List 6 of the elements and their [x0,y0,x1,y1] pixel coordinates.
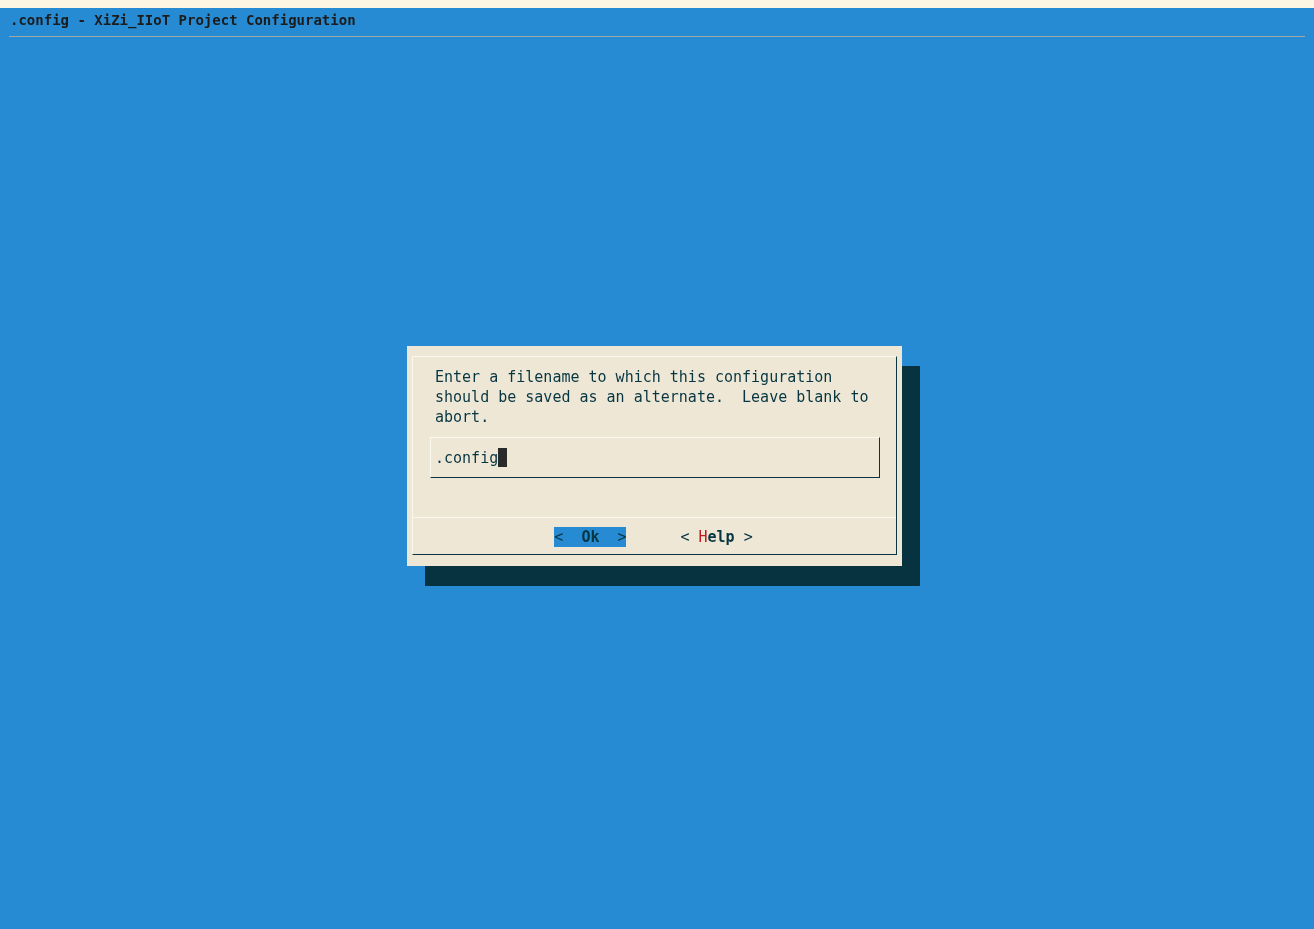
dialog-message: Enter a filename to which this configuration should be saved as an alternate. Leave blank to abort. [434,367,870,427]
input-field[interactable]: .config [430,437,880,478]
dialog-button[interactable]: < Ok > [554,527,627,547]
window-title: .config - XiZi_IIoT Project Configuration [10,12,356,28]
text-cursor [498,448,508,467]
dialog-button[interactable]: < Help > [680,527,753,547]
